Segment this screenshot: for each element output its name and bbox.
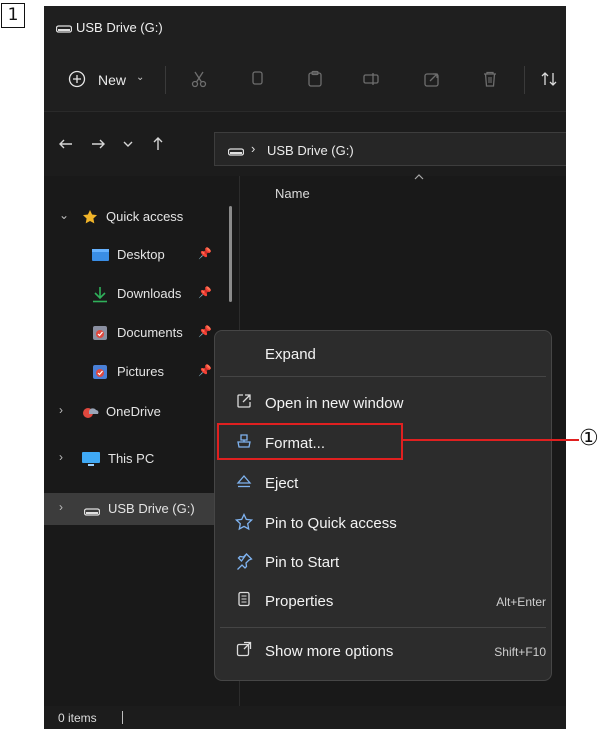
menu-item-show-more-options[interactable]: Show more options Shift+F10 xyxy=(220,635,546,669)
address-bar[interactable]: › USB Drive (G:) xyxy=(214,132,566,166)
menu-item-properties[interactable]: Properties Alt+Enter xyxy=(220,585,546,619)
pin-icon: 📌 xyxy=(198,365,212,377)
sidebar-item-pictures[interactable]: Pictures 📌 xyxy=(44,355,234,389)
arrow-left-icon[interactable] xyxy=(58,136,74,157)
paste-icon[interactable] xyxy=(306,70,324,93)
callout-line xyxy=(403,439,579,441)
add-circle-icon xyxy=(68,70,86,93)
pc-icon xyxy=(82,452,100,470)
menu-item-eject[interactable]: Eject xyxy=(220,467,546,501)
menu-item-shortcut: Shift+F10 xyxy=(494,645,546,659)
new-button[interactable]: New ⌄ xyxy=(64,62,156,98)
title-bar: USB Drive (G:) xyxy=(44,6,566,48)
toolbar-divider xyxy=(524,66,525,94)
sidebar-item-label: Pictures xyxy=(117,364,164,379)
star-icon xyxy=(82,209,98,228)
chevron-down-icon: ⌄ xyxy=(136,72,145,83)
status-divider xyxy=(122,711,123,724)
file-explorer-window: USB Drive (G:) New ⌄ › USB Drive (G:) ⌄ … xyxy=(44,6,566,729)
menu-item-label: Open in new window xyxy=(265,395,404,412)
sidebar-item-this-pc[interactable]: › This PC xyxy=(44,442,234,476)
sort-icon[interactable] xyxy=(540,70,558,93)
context-menu: Expand Open in new window Format... Ejec… xyxy=(214,330,552,681)
menu-item-label: Pin to Start xyxy=(265,554,340,571)
sidebar-item-label: Desktop xyxy=(117,247,165,262)
items-count: 0 items xyxy=(58,711,97,725)
more-options-icon xyxy=(234,641,254,662)
star-outline-icon xyxy=(234,512,254,536)
sidebar-item-label: Quick access xyxy=(106,209,184,224)
menu-divider xyxy=(220,627,546,628)
pin-icon: 📌 xyxy=(198,248,212,260)
sidebar-item-usb-drive[interactable]: › USB Drive (G:) xyxy=(44,493,228,525)
pin-icon: 📌 xyxy=(198,326,212,338)
menu-item-shortcut: Alt+Enter xyxy=(496,595,546,609)
arrow-right-icon[interactable] xyxy=(90,136,106,157)
sidebar-item-label: OneDrive xyxy=(106,404,161,419)
menu-item-label: Pin to Quick access xyxy=(265,515,397,532)
chevron-right-icon: › xyxy=(251,141,256,156)
drive-icon xyxy=(227,144,245,162)
sort-caret-icon xyxy=(414,172,424,184)
open-new-window-icon xyxy=(234,393,254,414)
menu-item-label: Show more options xyxy=(265,643,394,660)
delete-icon[interactable] xyxy=(481,70,499,93)
menu-item-pin-start[interactable]: Pin to Start xyxy=(220,546,546,580)
sidebar-item-label: Documents xyxy=(117,325,183,340)
menu-item-open-new-window[interactable]: Open in new window xyxy=(220,387,546,421)
download-icon xyxy=(92,286,108,306)
documents-icon xyxy=(92,325,108,344)
pin-icon: 📌 xyxy=(198,287,212,299)
format-highlight-box xyxy=(217,423,403,460)
callout-number: ① xyxy=(579,426,599,451)
menu-item-pin-quick-access[interactable]: Pin to Quick access xyxy=(220,507,546,541)
sidebar-item-label: This PC xyxy=(108,451,155,466)
new-button-label: New xyxy=(98,72,127,88)
menu-item-expand[interactable]: Expand xyxy=(220,338,546,372)
menu-item-label: Eject xyxy=(265,475,299,492)
eject-icon xyxy=(234,473,254,494)
chevron-down-icon[interactable]: ⌄ xyxy=(59,208,69,222)
menu-item-label: Properties xyxy=(265,593,334,610)
onedrive-icon xyxy=(82,405,100,422)
chevron-right-icon[interactable]: › xyxy=(59,450,63,464)
sidebar-item-label: USB Drive (G:) xyxy=(108,501,195,516)
status-bar: 0 items xyxy=(44,706,566,729)
toolbar-divider xyxy=(165,66,166,94)
menu-item-label: Expand xyxy=(265,346,316,363)
sidebar-item-desktop[interactable]: Desktop 📌 xyxy=(44,238,234,272)
sidebar-item-label: Downloads xyxy=(117,286,182,301)
pin-icon xyxy=(234,552,254,575)
copy-icon[interactable] xyxy=(248,70,266,93)
desktop-icon xyxy=(92,248,109,265)
sidebar-item-onedrive[interactable]: › OneDrive xyxy=(44,395,234,429)
step-number-box: 1 xyxy=(1,3,25,28)
drive-icon xyxy=(55,21,73,39)
command-bar: New ⌄ xyxy=(44,48,566,112)
column-header-name[interactable]: Name xyxy=(275,186,310,201)
menu-divider xyxy=(220,376,546,377)
window-title: USB Drive (G:) xyxy=(76,20,163,35)
sidebar-item-documents[interactable]: Documents 📌 xyxy=(44,316,234,350)
properties-icon xyxy=(234,591,254,612)
rename-icon[interactable] xyxy=(362,70,380,93)
share-icon[interactable] xyxy=(423,70,441,93)
pictures-icon xyxy=(92,364,108,383)
chevron-right-icon[interactable]: › xyxy=(59,500,63,514)
cut-icon[interactable] xyxy=(190,70,208,93)
navigation-bar: › USB Drive (G:) xyxy=(44,112,566,176)
arrow-up-icon[interactable] xyxy=(150,136,166,157)
sidebar-item-quick-access[interactable]: ⌄ Quick access xyxy=(44,200,234,234)
sidebar-item-downloads[interactable]: Downloads 📌 xyxy=(44,277,234,311)
drive-icon xyxy=(83,505,101,520)
chevron-right-icon[interactable]: › xyxy=(59,403,63,417)
chevron-down-icon[interactable] xyxy=(122,136,134,157)
address-text: USB Drive (G:) xyxy=(267,143,354,158)
